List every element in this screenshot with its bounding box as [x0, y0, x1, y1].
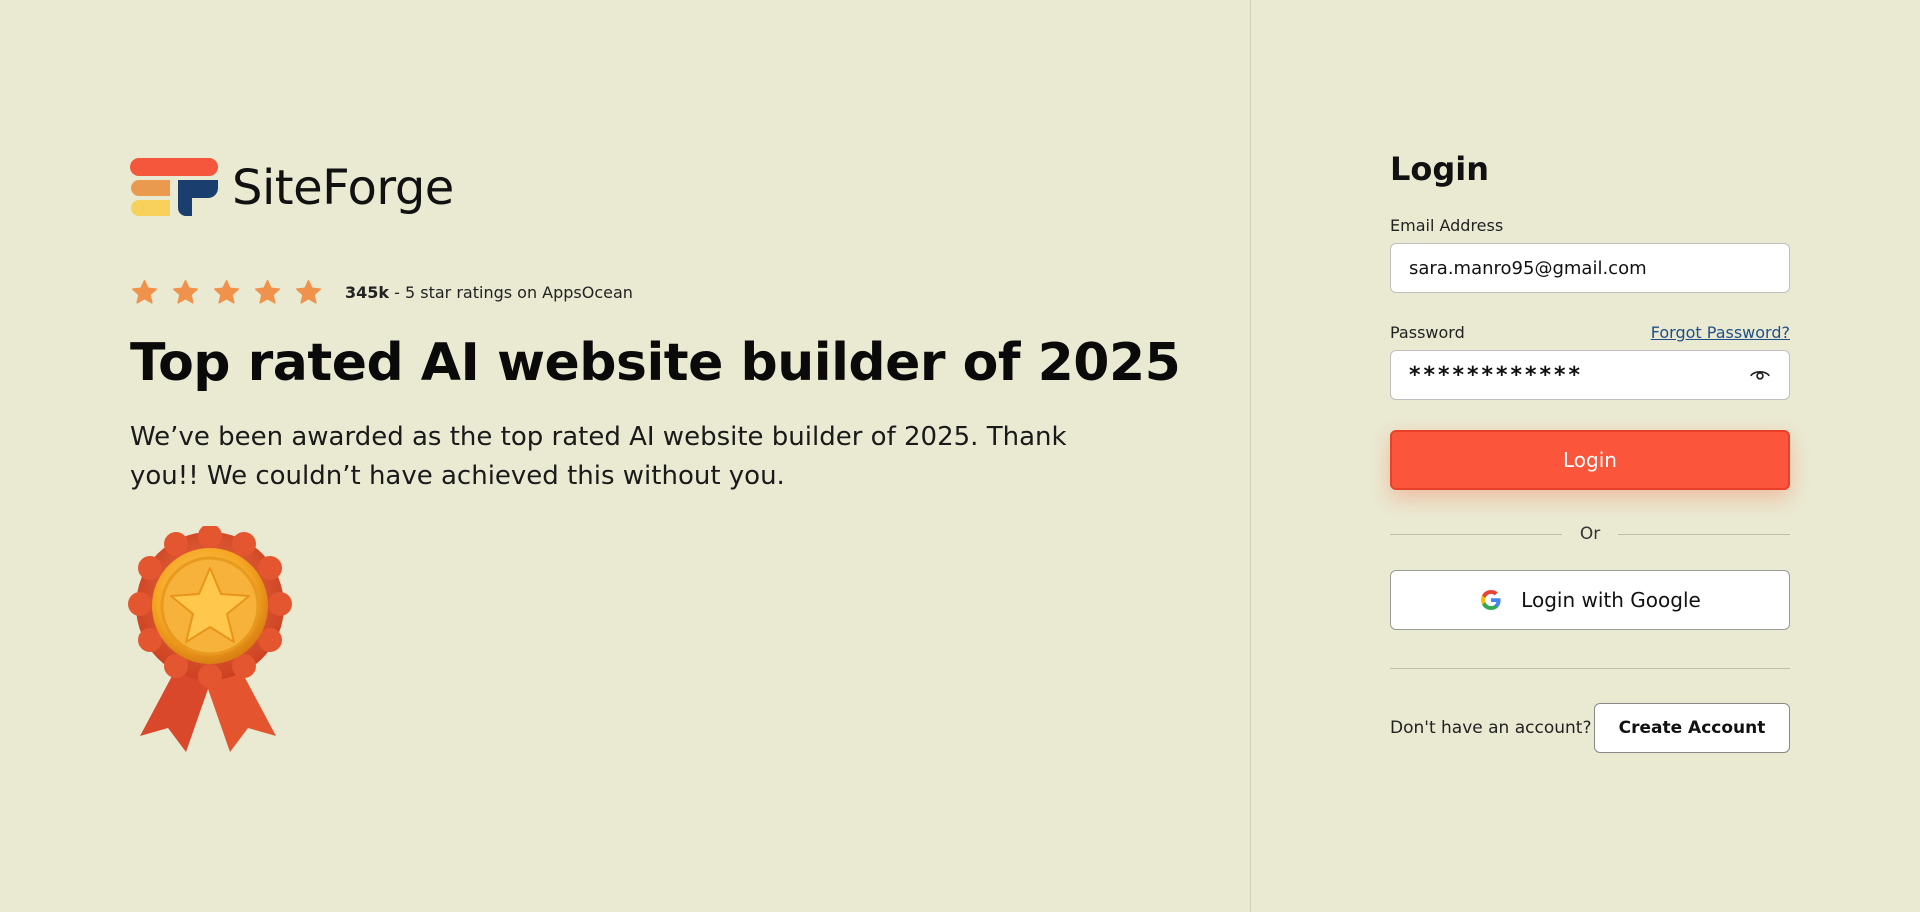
or-text: Or — [1579, 524, 1601, 544]
create-account-button[interactable]: Create Account — [1594, 703, 1790, 753]
login-form: Login Email Address sara.manro95@gmail.c… — [1390, 150, 1790, 753]
rating-description: - 5 star ratings on AppsOcean — [389, 283, 633, 302]
rating-summary: 345k - 5 star ratings on AppsOcean — [130, 278, 633, 307]
email-field[interactable]: sara.manro95@gmail.com — [1390, 243, 1790, 293]
hero-subtext: We’ve been awarded as the top rated AI w… — [130, 422, 1067, 491]
email-label-row: Email Address — [1390, 216, 1790, 235]
login-button[interactable]: Login — [1390, 430, 1790, 490]
award-ribbon-icon — [128, 524, 298, 756]
star-icon — [254, 279, 281, 304]
promo-pane: SiteForge 345k - 5 star ratings on AppsO… — [0, 0, 1250, 912]
divider-line — [1618, 533, 1790, 535]
section-divider — [1390, 668, 1790, 669]
password-field[interactable]: ************ — [1390, 350, 1790, 400]
google-button-label: Login with Google — [1521, 588, 1701, 612]
password-label-row: Password Forgot Password? — [1390, 323, 1790, 342]
google-icon — [1481, 590, 1501, 610]
hero-headline: Top rated AI website builder of 2025 — [130, 333, 1181, 393]
brand-name: SiteForge — [232, 160, 454, 216]
rating-count: 345k — [345, 283, 390, 302]
signup-row: Don't have an account? Create Account — [1390, 703, 1790, 753]
star-icon — [131, 279, 158, 304]
star-rating — [130, 278, 323, 307]
login-pane: Login Email Address sara.manro95@gmail.c… — [1251, 0, 1920, 912]
login-title: Login — [1390, 150, 1490, 188]
or-divider: Or — [1390, 524, 1790, 544]
star-icon — [295, 279, 322, 304]
forgot-password-link[interactable]: Forgot Password? — [1651, 323, 1790, 342]
password-value: ************ — [1409, 362, 1584, 388]
email-label: Email Address — [1390, 216, 1504, 235]
rating-text: 345k - 5 star ratings on AppsOcean — [345, 283, 633, 302]
google-login-button[interactable]: Login with Google — [1390, 570, 1790, 630]
siteforge-logo-icon — [130, 158, 218, 216]
eye-icon[interactable] — [1749, 364, 1771, 386]
divider-line — [1390, 533, 1562, 535]
password-label: Password — [1390, 323, 1465, 342]
star-icon — [213, 279, 240, 304]
email-value: sara.manro95@gmail.com — [1409, 257, 1647, 279]
star-icon — [172, 279, 199, 304]
no-account-text: Don't have an account? — [1390, 718, 1592, 738]
brand: SiteForge — [130, 158, 454, 218]
